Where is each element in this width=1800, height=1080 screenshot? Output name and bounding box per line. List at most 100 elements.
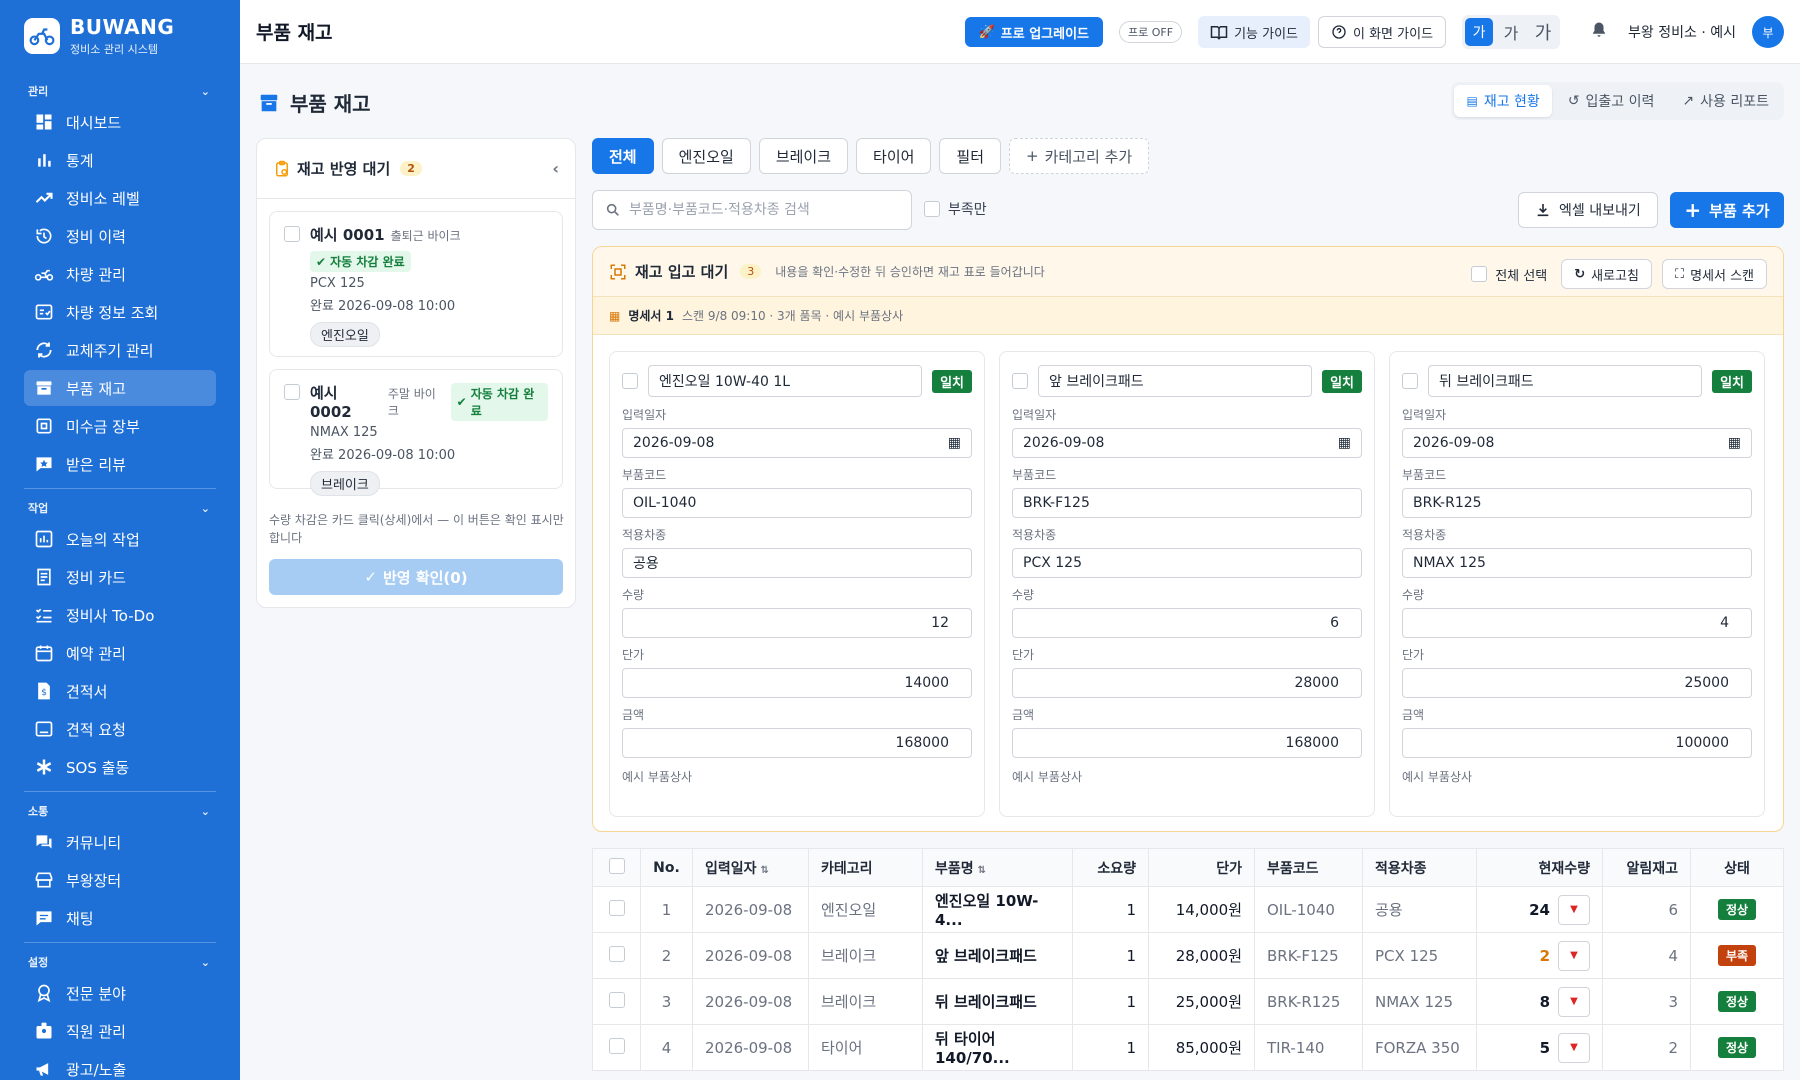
row-select[interactable] bbox=[592, 886, 641, 933]
font-size-large[interactable]: 가 bbox=[1529, 18, 1557, 46]
sidebar-item-marketplace[interactable]: 부왕장터 bbox=[24, 862, 216, 898]
calendar-icon[interactable]: ▦ bbox=[1338, 435, 1351, 451]
quantity-input[interactable]: 12 bbox=[622, 608, 972, 638]
date-input[interactable]: 2026-09-08 ▦ bbox=[622, 428, 972, 458]
excel-export-button[interactable]: 엑셀 내보내기 bbox=[1518, 192, 1658, 228]
font-size-medium[interactable]: 가 bbox=[1497, 18, 1525, 46]
part-code-input[interactable]: OIL-1040 bbox=[622, 488, 972, 518]
sidebar-item-dashboard[interactable]: 대시보드 bbox=[24, 104, 216, 140]
unit-price-input[interactable]: 28000 bbox=[1012, 668, 1362, 698]
item-name-input[interactable]: 앞 브레이크패드 bbox=[1038, 365, 1313, 397]
sidebar-item-vehicle-lookup[interactable]: 차량 정보 조회 bbox=[24, 294, 216, 330]
feature-guide-button[interactable]: 기능 가이드 bbox=[1198, 16, 1310, 48]
quantity-input[interactable]: 4 bbox=[1402, 608, 1752, 638]
part-code-input[interactable]: BRK-F125 bbox=[1012, 488, 1362, 518]
sidebar-item-chat[interactable]: 채팅 bbox=[24, 900, 216, 936]
row-checkbox[interactable] bbox=[608, 991, 625, 1008]
scan-invoice-button[interactable]: ⛶ 명세서 스캔 bbox=[1661, 259, 1767, 289]
sidebar-item-replacement-cycle[interactable]: 교체주기 관리 bbox=[24, 332, 216, 368]
model-input[interactable]: NMAX 125 bbox=[1402, 548, 1752, 578]
row-select[interactable] bbox=[592, 978, 641, 1025]
col-part-name[interactable]: 부품명 ⇅ bbox=[922, 848, 1073, 887]
sidebar-item-shop-level[interactable]: 정비소 레벨 bbox=[24, 180, 216, 216]
add-category-button[interactable]: + 카테고리 추가 bbox=[1009, 138, 1150, 174]
table-row[interactable]: 2 2026-09-08 브레이크 앞 브레이크패드 1 28,000원 BRK… bbox=[592, 932, 1784, 979]
font-size-small[interactable]: 가 bbox=[1465, 18, 1494, 46]
row-select[interactable] bbox=[592, 932, 641, 979]
sidebar-item-staff[interactable]: 직원 관리 bbox=[24, 1013, 216, 1049]
qty-dropdown-button[interactable]: ▼ bbox=[1558, 894, 1590, 925]
quantity-input[interactable]: 6 bbox=[1012, 608, 1362, 638]
model-input[interactable]: PCX 125 bbox=[1012, 548, 1362, 578]
pending-card-checkbox[interactable] bbox=[284, 384, 300, 400]
sidebar-item-parts-inventory[interactable]: 부품 재고 bbox=[24, 370, 216, 406]
sidebar-item-specialty[interactable]: 전문 분야 bbox=[24, 975, 216, 1011]
sidebar-item-stats[interactable]: 통계 bbox=[24, 142, 216, 178]
table-row[interactable]: 3 2026-09-08 브레이크 뒤 브레이크패드 1 25,000원 BRK… bbox=[592, 978, 1784, 1025]
pending-card-checkbox[interactable] bbox=[284, 226, 300, 242]
screen-guide-button[interactable]: 이 화면 가이드 bbox=[1318, 16, 1447, 48]
item-name-input[interactable]: 뒤 브레이크패드 bbox=[1428, 365, 1703, 397]
header-select-all[interactable] bbox=[592, 848, 641, 887]
col-date[interactable]: 입력일자 ⇅ bbox=[692, 848, 809, 887]
amount-input[interactable]: 100000 bbox=[1402, 728, 1752, 758]
date-input[interactable]: 2026-09-08 ▦ bbox=[1012, 428, 1362, 458]
section-work[interactable]: 작업 ⌄ bbox=[0, 497, 240, 519]
section-management[interactable]: 관리 ⌄ bbox=[0, 80, 240, 102]
unit-price-input[interactable]: 14000 bbox=[622, 668, 972, 698]
add-part-button[interactable]: + 부품 추가 bbox=[1670, 192, 1784, 228]
select-all-checkbox[interactable] bbox=[1471, 266, 1488, 282]
row-select[interactable] bbox=[592, 1024, 641, 1071]
amount-input[interactable]: 168000 bbox=[622, 728, 972, 758]
sidebar-item-service-card[interactable]: 정비 카드 bbox=[24, 559, 216, 595]
select-all[interactable]: 전체 선택 bbox=[1471, 265, 1547, 284]
qty-dropdown-button[interactable]: ▼ bbox=[1558, 940, 1590, 971]
bell-icon[interactable] bbox=[1590, 20, 1608, 44]
sidebar-item-estimate-requests[interactable]: 견적 요청 bbox=[24, 711, 216, 747]
confirm-reflect-button[interactable]: ✓ 반영 확인(0) bbox=[269, 559, 563, 595]
tab-brake[interactable]: 브레이크 bbox=[758, 138, 849, 174]
amount-input[interactable]: 168000 bbox=[1012, 728, 1362, 758]
item-name-input[interactable]: 엔진오일 10W-40 1L bbox=[648, 365, 923, 397]
sidebar-item-reviews[interactable]: 받은 리뷰 bbox=[24, 446, 216, 482]
avatar[interactable]: 부 bbox=[1752, 16, 1784, 48]
sidebar-item-community[interactable]: 커뮤니티 bbox=[24, 824, 216, 860]
row-checkbox[interactable] bbox=[608, 945, 625, 962]
search-input[interactable] bbox=[629, 202, 889, 218]
sidebar-item-sos-dispatch[interactable]: SOS 출동 bbox=[24, 749, 216, 785]
sidebar-item-service-history[interactable]: 정비 이력 bbox=[24, 218, 216, 254]
tab-tire[interactable]: 타이어 bbox=[856, 138, 932, 174]
sidebar-item-mechanic-todo[interactable]: 정비사 To-Do bbox=[24, 597, 216, 633]
qty-dropdown-button[interactable]: ▼ bbox=[1558, 1032, 1590, 1063]
part-code-input[interactable]: BRK-R125 bbox=[1402, 488, 1752, 518]
sidebar-item-reservations[interactable]: 예약 관리 bbox=[24, 635, 216, 671]
model-input[interactable]: 공용 bbox=[622, 548, 972, 578]
calendar-icon[interactable]: ▦ bbox=[948, 435, 961, 451]
section-settings[interactable]: 설정 ⌄ bbox=[0, 951, 240, 973]
row-checkbox[interactable] bbox=[608, 1037, 625, 1054]
section-communication[interactable]: 소통 ⌄ bbox=[0, 800, 240, 822]
tab-engine-oil[interactable]: 엔진오일 bbox=[661, 138, 751, 174]
item-checkbox[interactable] bbox=[1012, 373, 1028, 389]
pending-card[interactable]: 예시 0002 주말 바이크 ✔ 자동 차감 완료 NMAX 125 완료 2026-… bbox=[269, 369, 563, 496]
tab-stock-status[interactable]: ▤ 재고 현황 bbox=[1454, 85, 1552, 117]
sidebar-item-receivables[interactable]: 미수금 장부 bbox=[24, 408, 216, 444]
row-checkbox[interactable] bbox=[608, 899, 625, 916]
chevron-left-icon[interactable]: ‹ bbox=[552, 159, 559, 178]
pro-upgrade-button[interactable]: 🚀 프로 업그레이드 bbox=[964, 17, 1103, 47]
calendar-icon[interactable]: ▦ bbox=[1728, 435, 1741, 451]
header-checkbox[interactable] bbox=[608, 857, 625, 874]
user-name[interactable]: 부왕 정비소 · 예시 bbox=[1628, 22, 1736, 42]
qty-dropdown-button[interactable]: ▼ bbox=[1558, 986, 1590, 1017]
item-checkbox[interactable] bbox=[622, 373, 638, 389]
pro-status-badge[interactable]: 프로 OFF bbox=[1119, 21, 1183, 43]
brand[interactable]: BUWANG 정비소 관리 시스템 bbox=[0, 0, 240, 72]
table-row[interactable]: 1 2026-09-08 엔진오일 엔진오일 10W-4... 1 14,000… bbox=[592, 886, 1784, 933]
shortage-checkbox[interactable] bbox=[924, 201, 940, 217]
tab-filter[interactable]: 필터 bbox=[939, 138, 1002, 174]
pending-card[interactable]: 예시 0001 출퇴근 바이크 ✔ 자동 차감 완료 PCX 125 완료 2026… bbox=[269, 211, 563, 357]
sidebar-item-todays-work[interactable]: 오늘의 작업 bbox=[24, 521, 216, 557]
refresh-button[interactable]: ↻ 새로고침 bbox=[1561, 259, 1652, 289]
table-row[interactable]: 4 2026-09-08 타이어 뒤 타이어 140/70... 1 85,00… bbox=[592, 1024, 1784, 1071]
sidebar-item-vehicles[interactable]: 차량 관리 bbox=[24, 256, 216, 292]
